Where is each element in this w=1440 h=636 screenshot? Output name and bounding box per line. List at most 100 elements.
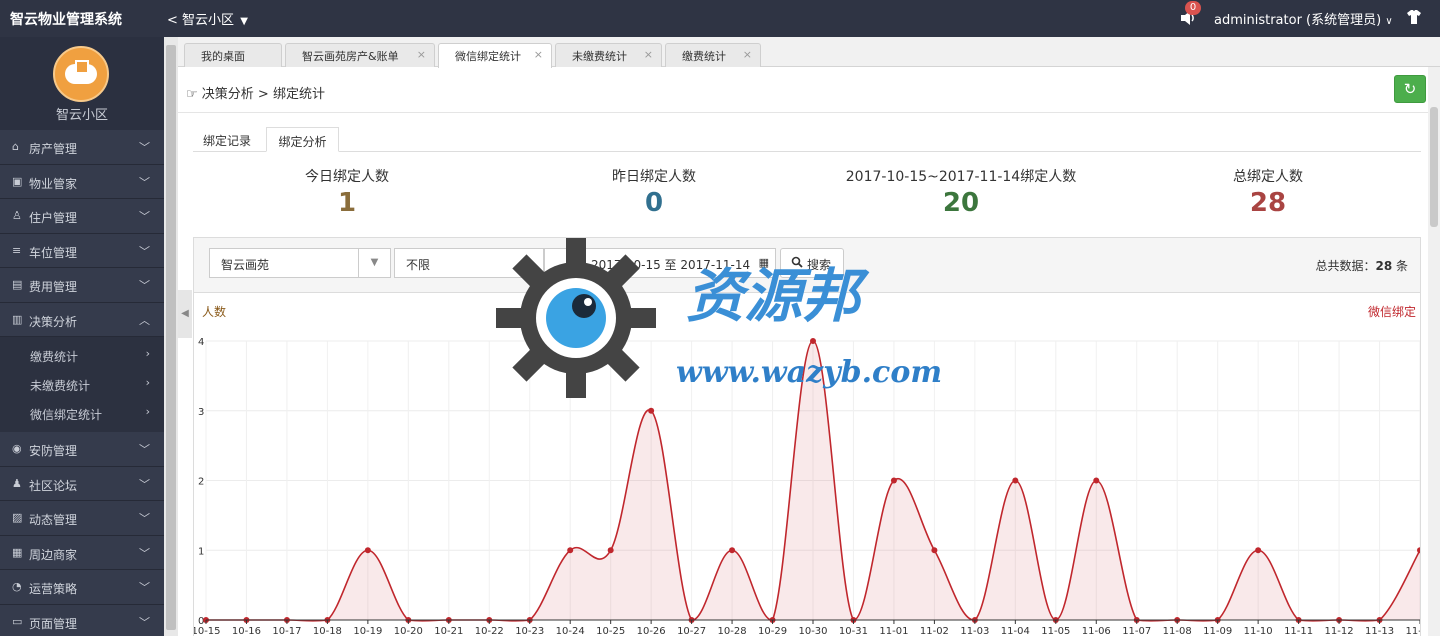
user-icon: ♙ (12, 209, 22, 222)
close-icon[interactable]: × (534, 48, 543, 61)
chart-panel: 智云画苑 ▼ 不限 2017-10-15 至 2017-11-14 ▦ 搜索 总… (191, 237, 1435, 636)
user-menu[interactable]: administrator (系统管理员) ∨ (1214, 9, 1393, 28)
sidebar-item-label: 社区论坛 (29, 478, 78, 493)
sidebar-item[interactable]: ♙ 住户管理 ﹀ (0, 199, 164, 234)
sidebar-item-label: 物业管家 (29, 176, 78, 191)
close-icon[interactable]: × (644, 48, 653, 61)
sidebar-item[interactable]: ▣ 物业管家 ﹀ (0, 164, 164, 199)
chevron-down-icon: ▼ (240, 16, 248, 27)
data-point[interactable] (1093, 477, 1100, 484)
sidebar-item[interactable]: ◔ 运营策略 ﹀ (0, 570, 164, 605)
tab-item[interactable]: 我的桌面 (184, 43, 282, 67)
total-suffix: 条 (1392, 259, 1408, 273)
sidebar-item[interactable]: ≡ 车位管理 ﹀ (0, 233, 164, 268)
estate-select[interactable]: 智云画苑 ▼ (209, 248, 391, 278)
search-button[interactable]: 搜索 (780, 248, 844, 278)
chevron-down-icon: ﹀ (139, 581, 150, 594)
legend-label[interactable]: 微信绑定 (1368, 304, 1416, 319)
data-point[interactable] (729, 547, 736, 554)
data-point[interactable] (607, 547, 614, 554)
tab-bind-analysis[interactable]: 绑定分析 (266, 127, 339, 152)
building-select[interactable]: 不限 (394, 248, 544, 278)
sidebar-menu-lower: ◉ 安防管理 ﹀ ♟ 社区论坛 ﹀ ▨ 动态管理 ﹀ ▦ 周边商家 ﹀ ◔ 运营策略 ﹀ ▭ 页面管理 ﹀ (0, 432, 164, 636)
sidebar-item[interactable]: ⌂ 房产管理 ﹀ (0, 130, 164, 165)
stat-label: 今日绑定人数 (305, 169, 389, 185)
close-icon[interactable]: × (417, 48, 426, 61)
shirt-icon[interactable] (1406, 10, 1422, 24)
sidebar-item[interactable]: ▤ 费用管理 ﹀ (0, 268, 164, 303)
chevron-down-icon: ﹀ (139, 443, 150, 456)
refresh-button[interactable]: ↻ (1394, 75, 1426, 103)
sidebar-scrollbar[interactable] (164, 37, 178, 636)
home-icon: ⌂ (12, 140, 19, 153)
content-scrollbar[interactable] (1428, 67, 1440, 636)
x-tick-label: 10-15 (194, 626, 221, 636)
community-name: 智云小区 (182, 13, 235, 28)
estate-value: 智云画苑 (221, 258, 270, 272)
data-point[interactable] (1255, 547, 1262, 554)
chevron-down-icon: ﹀ (139, 512, 150, 525)
data-point[interactable] (810, 338, 816, 344)
total-count: 总共数据：28 条 (1315, 257, 1408, 274)
x-tick-label: 10-25 (596, 626, 625, 636)
eye-icon: ◉ (12, 442, 22, 455)
stat-label: 昨日绑定人数 (612, 169, 696, 185)
sidebar-subitem[interactable]: 未缴费统计 › (0, 370, 164, 399)
x-tick-label: 11-01 (879, 626, 908, 636)
data-point[interactable] (890, 477, 897, 484)
sidebar-subitem[interactable]: 微信绑定统计 › (0, 399, 164, 428)
data-point[interactable] (567, 547, 574, 554)
sidebar-subitem-label: 缴费统计 (30, 350, 79, 364)
sidebar-item[interactable]: ▨ 动态管理 ﹀ (0, 501, 164, 536)
truck-icon: ▥ (12, 312, 23, 326)
x-tick-label: 11-02 (920, 626, 949, 636)
tab-item[interactable]: 微信绑定统计 × (438, 43, 552, 68)
sidebar-item-label: 住户管理 (29, 211, 78, 225)
data-point[interactable] (364, 547, 371, 554)
sidebar-item[interactable]: ▥ 决策分析 ︿ (0, 302, 164, 337)
divider (178, 112, 1428, 113)
file-icon: ▭ (12, 614, 23, 628)
sidebar-item[interactable]: ♟ 社区论坛 ﹀ (0, 466, 164, 501)
stat-label: 2017-10-15~2017-11-14绑定人数 (845, 169, 1077, 185)
y-tick-label: 1 (198, 546, 204, 557)
search-label: 搜索 (807, 258, 832, 272)
tab-bind-records[interactable]: 绑定记录 (203, 127, 251, 152)
scrollbar-thumb[interactable] (166, 45, 176, 630)
list-icon: ≡ (12, 243, 22, 257)
tab-bar: 我的桌面 智云画苑房产&账单 × 微信绑定统计 × 未缴费统计 × 缴费统计 × (178, 37, 1440, 68)
community-switcher[interactable]: < 智云小区 ▼ (167, 9, 248, 28)
data-point[interactable] (931, 547, 938, 554)
x-tick-label: 10-29 (758, 626, 787, 636)
image-icon: ▨ (12, 511, 23, 524)
tab-item[interactable]: 缴费统计 × (665, 43, 761, 67)
chevron-up-icon: ︿ (139, 313, 150, 327)
scrollbar-thumb[interactable] (1430, 107, 1438, 227)
chevron-down-icon: ﹀ (139, 244, 150, 258)
close-icon[interactable]: × (743, 48, 752, 61)
data-point[interactable] (1417, 547, 1423, 554)
x-tick-label: 10-24 (556, 626, 585, 636)
sidebar-collapse-toggle[interactable]: ◀ (178, 290, 192, 338)
sub-tabs: 绑定记录 绑定分析 (193, 127, 1421, 152)
community-logo (53, 46, 109, 102)
stat-value: 28 (1249, 188, 1287, 218)
y-axis-label: 人数 (202, 304, 226, 319)
sidebar-item-label: 页面管理 (29, 616, 78, 631)
x-tick-label: 10-18 (313, 626, 342, 636)
sidebar-subitem[interactable]: 缴费统计 › (0, 341, 164, 370)
sidebar-item[interactable]: ◉ 安防管理 ﹀ (0, 432, 164, 467)
date-range-input[interactable]: 2017-10-15 至 2017-11-14 ▦ (544, 248, 776, 278)
sidebar-item[interactable]: ▦ 周边商家 ﹀ (0, 535, 164, 570)
total-number: 28 (1375, 259, 1393, 273)
x-tick-label: 11-04 (1001, 626, 1030, 636)
calendar-icon: ▦ (758, 256, 769, 269)
sidebar-item-label: 费用管理 (29, 280, 78, 294)
x-tick-label: 10-21 (434, 626, 463, 636)
tab-item[interactable]: 智云画苑房产&账单 × (285, 43, 435, 67)
sidebar-item-label: 运营策略 (29, 582, 78, 596)
tab-item[interactable]: 未缴费统计 × (555, 43, 662, 67)
sidebar-item[interactable]: ▭ 页面管理 ﹀ (0, 604, 164, 636)
data-point[interactable] (1012, 477, 1019, 484)
data-point[interactable] (648, 407, 655, 414)
